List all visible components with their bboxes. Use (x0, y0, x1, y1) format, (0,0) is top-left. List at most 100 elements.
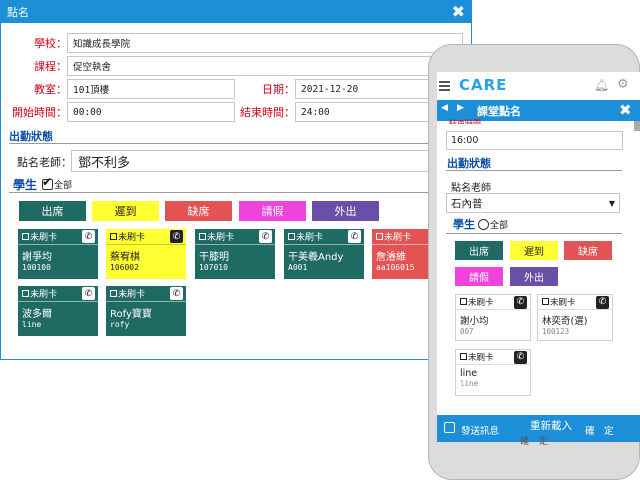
teacher-field[interactable]: 鄧不利多 (71, 150, 465, 172)
student-id: line (460, 379, 479, 388)
student-id: A001 (288, 263, 308, 272)
phone-icon[interactable]: ✆ (514, 350, 527, 364)
select-all-checkbox[interactable] (42, 175, 53, 190)
leave-button[interactable]: 請假 (239, 201, 306, 221)
dialog-header: 點名 ✖ (1, 1, 471, 23)
end-time-label: 結束時間： (240, 106, 295, 119)
divider (9, 192, 465, 193)
attendance-title: 出勤狀態 (9, 130, 53, 143)
student-card[interactable]: 未刷卡 ✆ line line (455, 349, 531, 396)
student-id: line (22, 320, 42, 329)
scrollbar[interactable] (634, 121, 640, 131)
student-card[interactable]: 未刷卡 ✆ 蔡宥棋 106002 (106, 229, 186, 279)
card-tag: 未刷卡 (30, 290, 58, 300)
divider (9, 143, 465, 144)
gear-icon[interactable]: ⚙ (617, 77, 629, 92)
close-icon[interactable]: ✖ (452, 4, 465, 20)
start-time-field[interactable]: 00:00 (67, 102, 235, 122)
student-id: rofy (110, 320, 130, 329)
select-all-checkbox[interactable] (478, 219, 489, 230)
card-tag: 未刷卡 (207, 233, 235, 243)
phone-icon[interactable]: ✆ (259, 230, 272, 243)
student-id: aa106015 (376, 263, 415, 272)
student-card[interactable]: 未刷卡 詹濬維 aa106015 (372, 229, 432, 279)
divider (446, 170, 622, 171)
student-card[interactable]: 未刷卡 ✆ 干美羲Andy A001 (284, 229, 364, 279)
student-name: 謝爭均 (22, 252, 52, 263)
card-tag: 未刷卡 (118, 233, 146, 243)
reload-button[interactable]: 重新載入 (530, 418, 572, 433)
card-tag: 未刷卡 (550, 298, 576, 308)
mobile-title: 課堂點名 (477, 105, 521, 118)
start-time-label: 開始時間： (12, 106, 67, 119)
teacher-label: 點名老師： (17, 156, 72, 169)
card-tag: 未刷卡 (30, 233, 58, 243)
student-name: 蔡宥棋 (110, 252, 140, 263)
phone-icon[interactable]: ✆ (170, 287, 183, 300)
student-id: 100123 (542, 327, 570, 336)
card-tag: 未刷卡 (384, 233, 412, 243)
absent-button[interactable]: 缺席 (165, 201, 232, 221)
student-card[interactable]: 未刷卡 ✆ 干膝明 107010 (195, 229, 275, 279)
card-tag: 未刷卡 (118, 290, 146, 300)
student-card[interactable]: 未刷卡 ✆ 謝爭均 100100 (18, 229, 98, 279)
present-button[interactable]: 出席 (19, 201, 86, 221)
select-all[interactable]: 全部 (478, 218, 508, 231)
prev-arrow-icon[interactable]: ◀ (441, 103, 448, 113)
student-id: 007 (460, 327, 474, 336)
student-card[interactable]: 未刷卡 ✆ 林奕奇(選) 100123 (537, 294, 613, 341)
student-name: line (460, 368, 478, 379)
student-id: 107010 (199, 263, 228, 272)
room-field[interactable]: 101頂樓 (67, 79, 235, 99)
absent-button[interactable]: 缺席 (564, 241, 612, 260)
menu-icon[interactable] (439, 81, 450, 93)
close-icon[interactable]: ✖ (619, 101, 632, 119)
dialog-title: 點名 (7, 6, 29, 19)
phone-icon[interactable]: ✆ (596, 295, 609, 309)
student-card[interactable]: 未刷卡 ✆ Rofy寶寶 rofy (106, 286, 186, 336)
students-label: 學生 (453, 218, 475, 231)
school-field[interactable]: 知識成長學院 (67, 33, 463, 53)
start-time-row: 開始時間： 00:00 (9, 102, 235, 122)
student-name: 詹濬維 (376, 252, 406, 263)
phone-icon[interactable]: ✆ (348, 230, 361, 243)
bell-icon[interactable]: 🔔︎ (594, 78, 609, 92)
student-name: 波多爾 (22, 309, 52, 320)
student-name: Rofy寶寶 (110, 309, 152, 320)
partial-label: 結束時間 (449, 119, 481, 124)
present-button[interactable]: 出席 (455, 241, 503, 260)
teacher-select[interactable]: 石內普 ▼ (446, 193, 620, 213)
phone-icon[interactable]: ✆ (82, 287, 95, 300)
phone-icon[interactable]: ✆ (170, 230, 183, 243)
course-row: 課程： 促空執舍 (9, 56, 463, 76)
select-all[interactable]: 全部 (42, 175, 73, 191)
out-button[interactable]: 外出 (312, 201, 379, 221)
late-button[interactable]: 遲到 (510, 241, 558, 260)
leave-button[interactable]: 請假 (455, 267, 503, 286)
confirm-button[interactable]: 確 定 (585, 423, 614, 437)
student-card[interactable]: 未刷卡 ✆ 波多爾 line (18, 286, 98, 336)
card-tag: 未刷卡 (296, 233, 324, 243)
course-field[interactable]: 促空執舍 (67, 56, 463, 76)
late-button[interactable]: 遲到 (92, 201, 159, 221)
send-message-label: 發送訊息 (461, 426, 500, 437)
room-row: 教室： 101頂樓 (9, 79, 235, 99)
dropdown-icon[interactable]: ▼ (609, 199, 615, 208)
time-field[interactable]: 16:00 (446, 131, 623, 150)
school-row: 學校： 知識成長學院 (9, 33, 463, 53)
student-card[interactable]: 未刷卡 ✆ 謝小均 007 (455, 294, 531, 341)
send-message-checkbox[interactable] (444, 422, 455, 433)
next-arrow-icon[interactable]: ▶ (457, 103, 464, 113)
select-all-label: 全部 (54, 181, 73, 191)
teacher-label: 點名老師 (451, 183, 491, 194)
student-id: 106002 (110, 263, 139, 272)
phone-icon[interactable]: ✆ (514, 295, 527, 309)
card-tag: 未刷卡 (468, 353, 494, 363)
phone-icon[interactable]: ✆ (82, 230, 95, 243)
student-name: 謝小均 (460, 316, 489, 327)
brand-logo: CARE (459, 76, 508, 94)
divider (446, 233, 622, 234)
student-name: 干美羲Andy (288, 252, 344, 263)
out-button[interactable]: 外出 (510, 267, 558, 286)
course-label: 課程： (34, 60, 67, 73)
